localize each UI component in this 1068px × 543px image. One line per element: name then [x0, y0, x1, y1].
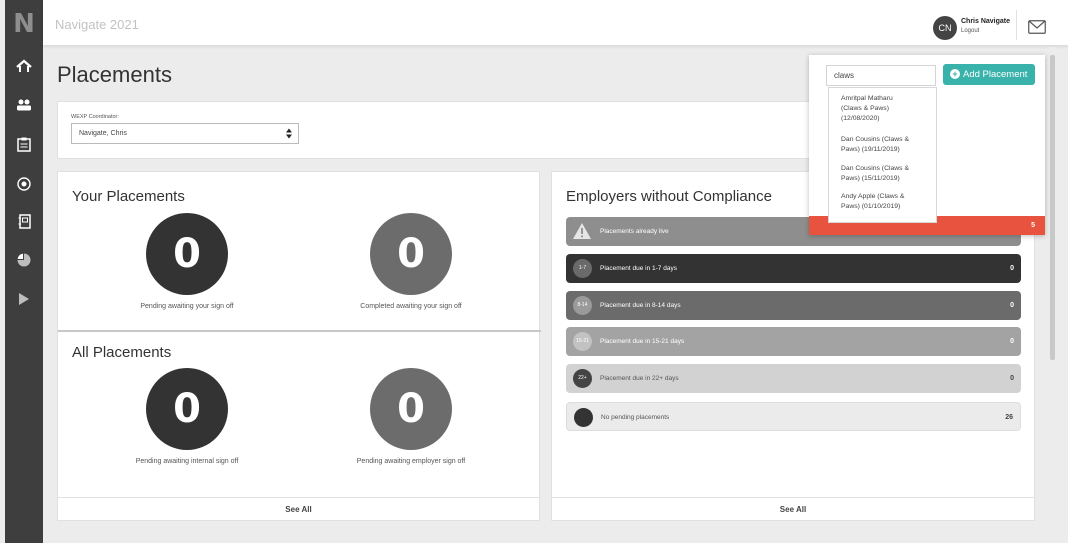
- see-all-compliance-link[interactable]: See All: [552, 497, 1034, 521]
- nav-play[interactable]: [5, 285, 43, 313]
- compliance-row-count: 0: [1010, 375, 1014, 382]
- coordinator-select[interactable]: Navigate, Chris: [71, 123, 299, 144]
- result-line: Paws) (15/11/2019): [841, 175, 900, 182]
- home-icon: [16, 59, 32, 72]
- days-badge: 22+: [573, 369, 592, 388]
- nav-reports[interactable]: [5, 246, 43, 274]
- compliance-row-label: Placement due in 1-7 days: [600, 265, 677, 272]
- search-input[interactable]: claws: [826, 65, 936, 86]
- see-all-placements-link[interactable]: See All: [58, 497, 539, 521]
- sidebar: N: [5, 0, 43, 543]
- search-result-item[interactable]: Andy Apple (Claws & Paws) (01/10/2019): [841, 192, 936, 212]
- pending-employer-signoff-label: Pending awaiting employer sign off: [356, 458, 466, 465]
- search-results-dropdown: Amritpal Matharu (Claws & Paws) (12/08/2…: [828, 87, 937, 223]
- nav-clipboard[interactable]: [5, 130, 43, 158]
- add-placement-button[interactable]: + Add Placement: [943, 64, 1035, 85]
- warning-icon: [573, 223, 591, 239]
- result-line: Dan Cousins (Claws &: [841, 136, 909, 143]
- pending-your-signoff-label: Pending awaiting your sign off: [140, 303, 234, 310]
- plus-icon: +: [950, 69, 960, 79]
- search-result-item[interactable]: Amritpal Matharu (Claws & Paws) (12/08/2…: [841, 94, 936, 124]
- result-line: (12/08/2020): [841, 115, 880, 122]
- compliance-row-label: Placement due in 15-21 days: [600, 338, 685, 345]
- avatar[interactable]: CN: [933, 16, 957, 40]
- compliance-row-count: 0: [1010, 265, 1014, 272]
- pending-internal-signoff-label: Pending awaiting internal sign off: [135, 458, 239, 465]
- search-popup: claws + Add Placement 5 Amritpal Matharu…: [809, 55, 1045, 235]
- app-title: Navigate 2021: [55, 17, 139, 32]
- pie-chart-icon: [17, 253, 31, 267]
- result-line: Amritpal Matharu: [841, 95, 893, 102]
- compliance-row-label: Placements already live: [600, 228, 669, 235]
- compliance-row-count: 0: [1010, 338, 1014, 345]
- result-line: (Claws & Paws): [841, 105, 889, 112]
- top-divider: [1016, 10, 1017, 40]
- app-logo[interactable]: N: [10, 8, 38, 40]
- pending-your-signoff-count[interactable]: 0: [146, 213, 228, 295]
- pending-employer-signoff-count[interactable]: 0: [370, 368, 452, 450]
- page-title: Placements: [57, 62, 172, 87]
- result-line: Paws) (01/10/2019): [841, 203, 901, 210]
- sort-caret-icon: [286, 128, 292, 139]
- compliance-row-22-plus[interactable]: 22+ Placement due in 22+ days 0: [566, 364, 1021, 393]
- compliance-row-label: Placement due in 22+ days: [600, 375, 679, 382]
- add-placement-label: Add Placement: [963, 69, 1028, 80]
- compliance-heading: Employers without Compliance: [566, 188, 772, 205]
- top-bar: Navigate 2021 CN Chris Navigate Logout: [43, 0, 1068, 46]
- scrollbar-thumb[interactable]: [1050, 55, 1055, 360]
- people-icon: [17, 99, 31, 111]
- target-icon: [17, 177, 31, 191]
- compliance-row-1-7[interactable]: 1-7 Placement due in 1-7 days 0: [566, 254, 1021, 283]
- your-placements-heading: Your Placements: [72, 188, 185, 205]
- days-badge: 8-14: [573, 296, 592, 315]
- mail-icon[interactable]: [1028, 20, 1046, 34]
- compliance-row-15-21[interactable]: 15-21 Placement due in 15-21 days 0: [566, 327, 1021, 356]
- result-line: Dan Cousins (Claws &: [841, 165, 909, 172]
- search-result-item[interactable]: Dan Cousins (Claws & Paws) (15/11/2019): [841, 164, 936, 184]
- completed-your-signoff-label: Completed awaiting your sign off: [360, 303, 462, 310]
- nav-target[interactable]: [5, 170, 43, 198]
- placements-card: Your Placements 0 Pending awaiting your …: [57, 171, 541, 521]
- nav-home[interactable]: [5, 52, 43, 80]
- compliance-row-label: No pending placements: [601, 414, 670, 421]
- nav-people[interactable]: [5, 91, 43, 119]
- completed-your-signoff-count[interactable]: 0: [370, 213, 452, 295]
- status-dot: [574, 408, 593, 427]
- result-line: Paws) (19/11/2019): [841, 146, 900, 153]
- compliance-row-count: 0: [1010, 302, 1014, 309]
- clipboard-icon: [17, 137, 31, 152]
- coordinator-selected-value: Navigate, Chris: [79, 130, 127, 137]
- coordinator-label: WEXP Coordinator:: [71, 114, 119, 120]
- all-placements-heading: All Placements: [72, 344, 172, 361]
- compliance-row-8-14[interactable]: 8-14 Placement due in 8-14 days 0: [566, 291, 1021, 320]
- days-badge: 15-21: [573, 332, 592, 351]
- section-divider: [58, 330, 541, 332]
- user-name: Chris Navigate: [961, 18, 1011, 25]
- result-line: Andy Apple (Claws &: [841, 193, 905, 200]
- pending-internal-signoff-count[interactable]: 0: [146, 368, 228, 450]
- nav-notebook[interactable]: [5, 207, 43, 235]
- compliance-row-count: 26: [1005, 414, 1013, 421]
- search-result-item[interactable]: Dan Cousins (Claws & Paws) (19/11/2019): [841, 135, 936, 155]
- compliance-row-none[interactable]: No pending placements 26: [566, 402, 1021, 431]
- notebook-icon: [18, 213, 31, 229]
- live-count: 5: [1031, 222, 1035, 229]
- play-icon: [19, 293, 29, 305]
- days-badge: 1-7: [573, 259, 592, 278]
- compliance-row-label: Placement due in 8-14 days: [600, 302, 681, 309]
- logout-link[interactable]: Logout: [961, 28, 979, 34]
